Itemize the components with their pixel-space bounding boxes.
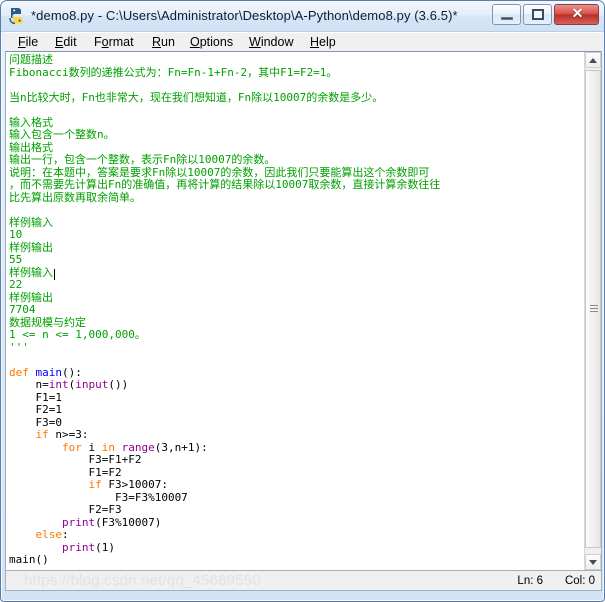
vertical-scrollbar[interactable] bbox=[584, 52, 601, 570]
code-line: 输入包含一个整数n。 bbox=[9, 128, 115, 141]
menu-item-file[interactable]: File bbox=[13, 33, 43, 52]
code-line: F1=1 bbox=[9, 390, 62, 404]
scroll-thumb[interactable] bbox=[585, 70, 601, 548]
code-editor[interactable]: 问题描述 Fibonacci数列的递推公式为：Fn=Fn-1+Fn-2，其中F1=… bbox=[5, 51, 602, 571]
minimize-icon bbox=[501, 17, 513, 20]
code-line: 样例输出 bbox=[9, 290, 53, 304]
code-line: 样例输入 bbox=[9, 215, 53, 229]
code-line: print(F3%10007) bbox=[61, 515, 162, 529]
code-line: 当n比较大时，Fn也非常大，现在我们想知道，Fn除以10007的余数是多少。 bbox=[9, 90, 384, 104]
close-button[interactable]: ✕ bbox=[554, 4, 599, 25]
csdn-watermark: https://blog.csdn.net/qq_45689550 bbox=[24, 572, 261, 589]
idle-editor-window: *demo8.py - C:\Users\Administrator\Deskt… bbox=[0, 0, 605, 602]
menu-item-run[interactable]: Run bbox=[147, 33, 180, 52]
close-icon: ✕ bbox=[571, 7, 584, 22]
minimize-button[interactable] bbox=[492, 4, 521, 25]
menu-item-help[interactable]: Help bbox=[305, 33, 341, 52]
text-caret bbox=[54, 268, 55, 280]
status-line-number: Ln: 6 bbox=[517, 575, 543, 587]
window-title: *demo8.py - C:\Users\Administrator\Deskt… bbox=[31, 8, 458, 23]
code-line: 10 bbox=[9, 228, 23, 241]
maximize-restore-button[interactable] bbox=[523, 4, 552, 25]
code-line: 样例输入 bbox=[9, 265, 53, 279]
scroll-grip-icon bbox=[590, 305, 598, 313]
status-bar: https://blog.csdn.net/qq_45689550 Ln: 6 … bbox=[5, 571, 602, 591]
code-line: 55 bbox=[9, 253, 23, 266]
menu-item-window[interactable]: Window bbox=[244, 33, 298, 52]
menu-bar: File Edit Format Run Options Window Help bbox=[5, 32, 602, 52]
code-line: F3=0 bbox=[9, 415, 62, 429]
menu-item-options[interactable]: Options bbox=[185, 33, 238, 52]
code-line: ''' bbox=[9, 340, 29, 354]
code-line: print(1) bbox=[61, 540, 115, 554]
code-line: 7704 bbox=[9, 303, 36, 316]
code-line: main() bbox=[9, 553, 49, 566]
code-line: F2=1 bbox=[9, 403, 62, 416]
scroll-down-icon[interactable] bbox=[585, 554, 601, 570]
code-line: 样例输出 bbox=[9, 240, 53, 254]
code-line: n=int(input()) bbox=[9, 378, 129, 391]
code-line: 比先算出原数再取余简单。 bbox=[9, 190, 141, 204]
python-idle-icon bbox=[9, 8, 23, 25]
code-line: 22 bbox=[9, 278, 23, 291]
scroll-up-icon[interactable] bbox=[585, 52, 601, 68]
title-bar: *demo8.py - C:\Users\Administrator\Deskt… bbox=[1, 1, 604, 32]
menu-item-format[interactable]: Format bbox=[89, 33, 139, 52]
menu-item-edit[interactable]: Edit bbox=[50, 33, 82, 52]
code-line: 1 <= n <= 1,000,000。 bbox=[9, 328, 146, 341]
restore-icon bbox=[532, 9, 544, 20]
code-line: Fibonacci数列的递推公式为：Fn=Fn-1+Fn-2，其中F1=F2=1… bbox=[9, 65, 338, 79]
code-text-area[interactable]: 问题描述 Fibonacci数列的递推公式为：Fn=Fn-1+Fn-2，其中F1=… bbox=[6, 52, 584, 570]
status-column-number: Col: 0 bbox=[564, 575, 595, 587]
